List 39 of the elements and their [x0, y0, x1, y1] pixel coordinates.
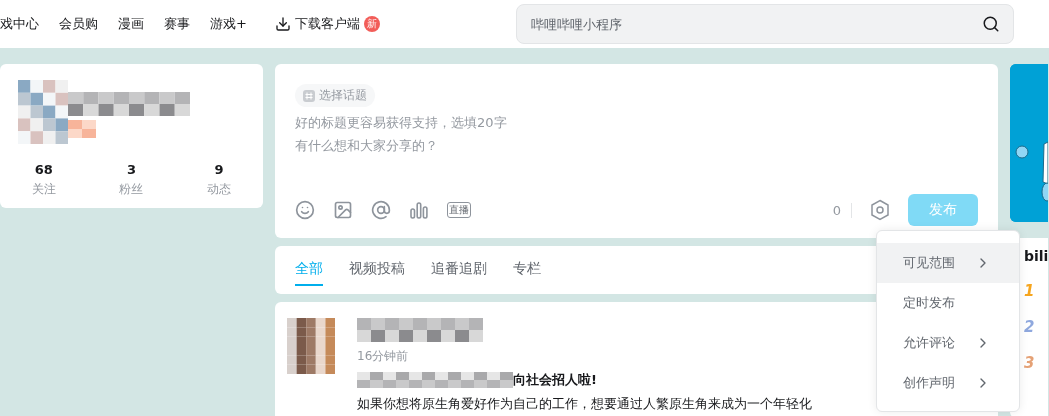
rank-number: 3 — [1024, 354, 1036, 372]
stat-label: 动态 — [207, 181, 232, 198]
feed-tab[interactable]: 追番追剧 — [431, 254, 487, 286]
image-icon[interactable] — [333, 200, 353, 220]
hash-icon — [303, 89, 315, 102]
nav-link[interactable]: 赛事 — [164, 15, 190, 33]
stat-count: 68 — [34, 162, 53, 177]
menu-item[interactable]: 创作声明 — [877, 363, 1019, 403]
blurred-text-drawing — [68, 120, 96, 138]
stat-label: 关注 — [31, 181, 56, 198]
stat-count: 9 — [214, 162, 224, 177]
feed-tab[interactable]: 专栏 — [513, 254, 541, 286]
rank-number: 1 — [1024, 282, 1036, 300]
post-text: 如果你想将原生角爱好作为自己的工作，想要通过人繁原生角来成为一个年轻化 — [357, 395, 812, 413]
live-icon[interactable]: 直播 — [447, 202, 471, 218]
nav-link[interactable]: 游戏+ — [210, 15, 247, 33]
post-time: 16分钟前 — [357, 348, 410, 365]
ranking-title: bili — [1024, 248, 1048, 264]
menu-item[interactable]: 可见范围 — [877, 243, 1019, 283]
download-icon — [274, 16, 291, 32]
settings-icon[interactable] — [870, 199, 890, 221]
emoji-icon[interactable] — [295, 200, 315, 220]
char-count: 0 — [832, 202, 852, 218]
rank-number: 2 — [1024, 318, 1036, 336]
new-badge: 新 — [363, 16, 380, 32]
search-icon[interactable] — [982, 15, 1000, 33]
poll-icon[interactable] — [409, 201, 429, 219]
menu-item[interactable]: 允许评论 — [877, 323, 1019, 363]
download-link[interactable]: 下载客户端 新 — [274, 15, 380, 33]
stat-count: 3 — [126, 162, 136, 177]
stat-label: 粉丝 — [119, 181, 144, 198]
post-title: 向社会招人啦! — [513, 371, 597, 389]
nav-link[interactable]: 漫画 — [118, 15, 144, 33]
menu-item[interactable]: 定时发布 — [877, 283, 1019, 323]
mention-icon[interactable] — [371, 200, 391, 220]
feed-tab[interactable]: 视频投稿 — [349, 254, 405, 286]
nav-link[interactable]: 戏中心 — [0, 15, 39, 33]
search-field[interactable]: 哔哩哔哩小程序 — [516, 4, 1014, 44]
nav-link[interactable]: 会员购 — [59, 15, 98, 33]
